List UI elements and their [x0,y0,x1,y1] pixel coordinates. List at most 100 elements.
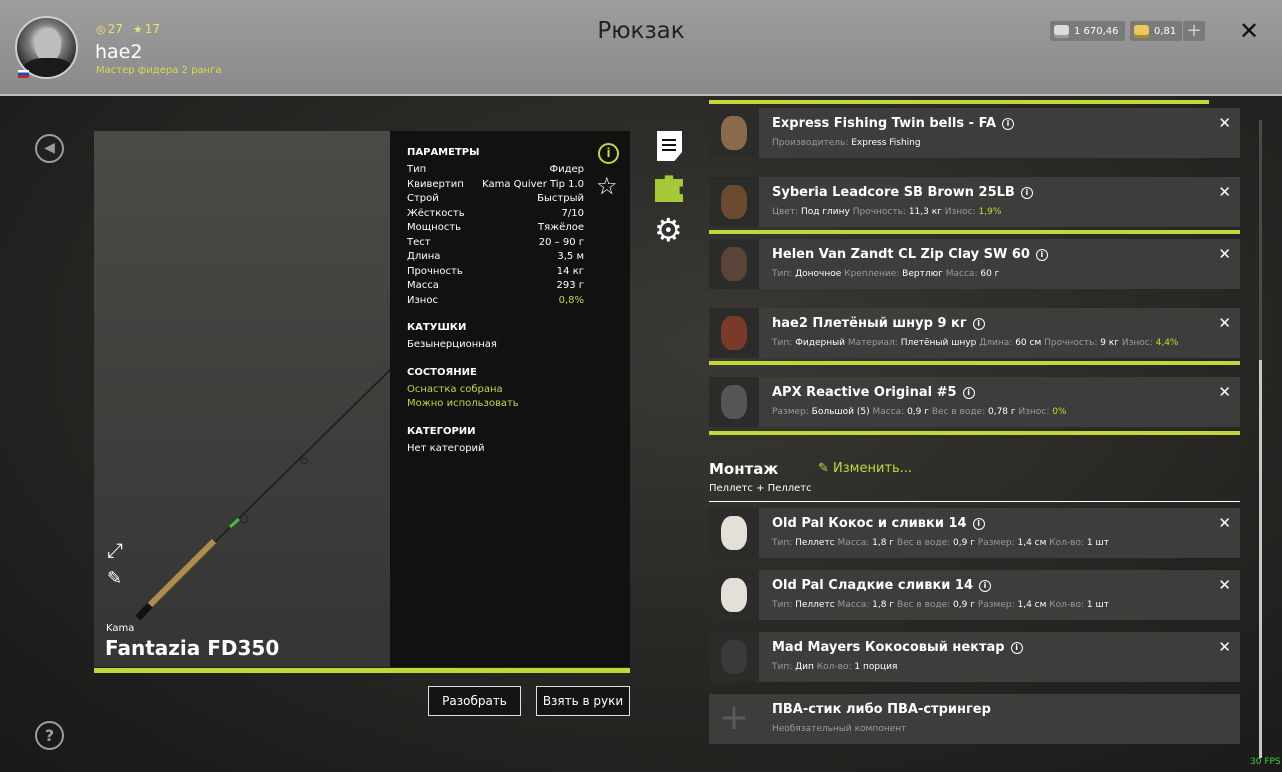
item-details: Тип: Фидерный Материал: Плетёный шнур Дл… [772,338,1178,348]
param-key: Строй [407,193,439,204]
paint-brush-icon[interactable]: ✎ [107,568,122,589]
detail-label: Тип: [772,269,796,279]
close-button[interactable]: ✕ [1239,17,1259,45]
item-name: APX Reactive Original #5 i [772,385,975,400]
help-icon[interactable]: ? [35,721,64,750]
tackle-item[interactable]: hae2 Плетёный шнур 9 кг i Тип: Фидерный Ма… [709,308,1240,358]
montage-subtitle: Пеллетс + Пеллетс [709,483,812,494]
remove-item-icon[interactable]: ✕ [1218,514,1231,532]
detail-value: 1,9% [978,207,1002,217]
param-row: Износ 0,8% [407,294,584,309]
add-gold-button[interactable]: + [1183,21,1205,41]
tackle-item[interactable]: Express Fishing Twin bells - FA i Производ… [709,108,1240,158]
scrollbar-track[interactable] [1259,120,1262,360]
item-details: Тип: Пеллетс Масса: 1,8 г Вес в воде: 0,… [772,538,1109,548]
item-details: Цвет: Под глину Прочность: 11,3 кг Износ… [772,207,1001,217]
param-key: Износ [407,294,438,306]
detail-value: Фидерный [795,338,846,348]
detail-value: Дип [795,662,814,672]
optional-desc: Необязательный компонент [772,724,907,734]
detail-label: Масса: [942,269,981,279]
add-component-icon[interactable]: + [709,694,759,744]
detail-label: Масса: [869,407,908,417]
detail-value: Express Fishing [851,138,921,148]
categories-value: Нет категорий [407,442,485,454]
info-icon[interactable]: i [1020,187,1033,199]
detail-label: Размер: [974,600,1018,610]
detail-value: Доночное [795,269,842,279]
reel-type: Безынерционная [407,339,497,350]
remove-item-icon[interactable]: ✕ [1218,245,1231,263]
remove-item-icon[interactable]: ✕ [1218,576,1231,594]
detail-value: 1 порция [854,662,898,672]
remove-item-icon[interactable]: ✕ [1218,638,1231,656]
detail-label: Материал: [845,338,901,348]
item-name: Old Pal Сладкие сливки 14 i [772,578,991,593]
fps-counter: 30 FPS [1250,757,1281,767]
item-name-text: Old Pal Кокос и сливки 14 [772,516,967,531]
remove-item-icon[interactable]: ✕ [1218,314,1231,332]
param-value: 293 г [556,280,584,291]
info-icon[interactable]: i [972,518,985,530]
info-icon[interactable]: i [1010,642,1023,654]
montage-edit-button[interactable]: ✎ Изменить... [818,461,912,476]
info-icon[interactable]: i [972,318,985,330]
item-name-text: APX Reactive Original #5 [772,385,957,400]
tackle-item[interactable]: Mad Mayers Кокосовый нектар i Тип: Дип Кол… [709,632,1240,682]
tackle-item[interactable]: Old Pal Сладкие сливки 14 i Тип: Пеллетс М… [709,570,1240,620]
optional-slot[interactable]: + ПВА-стик либо ПВА-стрингер Необязательны… [709,694,1240,744]
detail-value: 4,4% [1155,338,1179,348]
info-icon[interactable]: i [598,143,619,164]
detail-label: Размер: [772,407,812,417]
item-name-text: hae2 Плетёный шнур 9 кг [772,316,967,331]
scrollbar-thumb[interactable] [1259,360,1262,758]
param-key: Жёсткость [407,207,465,219]
expand-icon[interactable]: ⤢ [107,538,123,562]
item-thumbnail [709,308,759,358]
param-key: Тип [407,164,427,175]
detail-label: Размер: [974,538,1018,548]
gear-icon[interactable]: ⚙ [654,214,683,246]
remove-item-icon[interactable]: ✕ [1218,383,1231,401]
tackle-item[interactable]: Helen Van Zandt CL Zip Clay SW 60 i Тип: Д… [709,239,1240,289]
player-rank: Мастер фидера 2 ранга [96,65,222,76]
info-icon[interactable]: i [1035,249,1048,261]
detail-value: 60 см [1015,338,1042,348]
detail-value: 0,9 г [953,600,975,610]
rod-preview: ⤢ ✎ Kama Fantazia FD350 [94,131,390,667]
remove-item-icon[interactable]: ✕ [1218,183,1231,201]
detail-value: 9 кг [1100,338,1119,348]
detail-label: Тип: [772,338,796,348]
silver-coin-icon [1054,24,1069,38]
rod-name: Fantazia FD350 [105,636,280,660]
detail-value: 60 г [980,269,1000,279]
back-icon[interactable]: ◀ [35,134,64,163]
take-in-hands-button[interactable]: Взять в руки [536,686,630,716]
tackle-item[interactable]: Old Pal Кокос и сливки 14 i Тип: Пеллетс М… [709,508,1240,558]
detail-label: Крепление: [841,269,903,279]
item-thumbnail [709,239,759,289]
item-thumbnail [709,108,759,158]
montage-title: Монтаж [709,460,779,478]
document-icon[interactable] [657,131,682,161]
detail-value: 0,9 г [907,407,929,417]
tackle-item[interactable]: Syberia Leadcore SB Brown 25LB i Цвет: Под… [709,177,1240,227]
params-title: ПАРАМЕТРЫ [407,147,480,158]
durability-bar [709,230,1240,234]
tackle-item[interactable]: APX Reactive Original #5 i Размер: Большой… [709,377,1240,427]
detail-value: 0,9 г [953,538,975,548]
detail-value: Вертлюг [902,269,943,279]
info-icon[interactable]: i [979,580,991,592]
param-row: Масса 293 г [407,279,584,294]
item-name-text: Helen Van Zandt CL Zip Clay SW 60 [772,247,1030,262]
param-row: Прочность 14 кг [407,265,584,280]
remove-item-icon[interactable]: ✕ [1218,114,1231,132]
info-icon[interactable]: i [962,387,975,399]
disassemble-button[interactable]: Разобрать [428,686,521,716]
durability-bar [94,668,630,673]
favorite-star-icon[interactable]: ☆ [596,172,618,200]
info-icon[interactable]: i [1002,118,1015,130]
param-value: Быстрый [537,193,584,204]
param-key: Длина [407,251,441,262]
param-value: Kama Quiver Tip 1.0 [482,178,584,190]
